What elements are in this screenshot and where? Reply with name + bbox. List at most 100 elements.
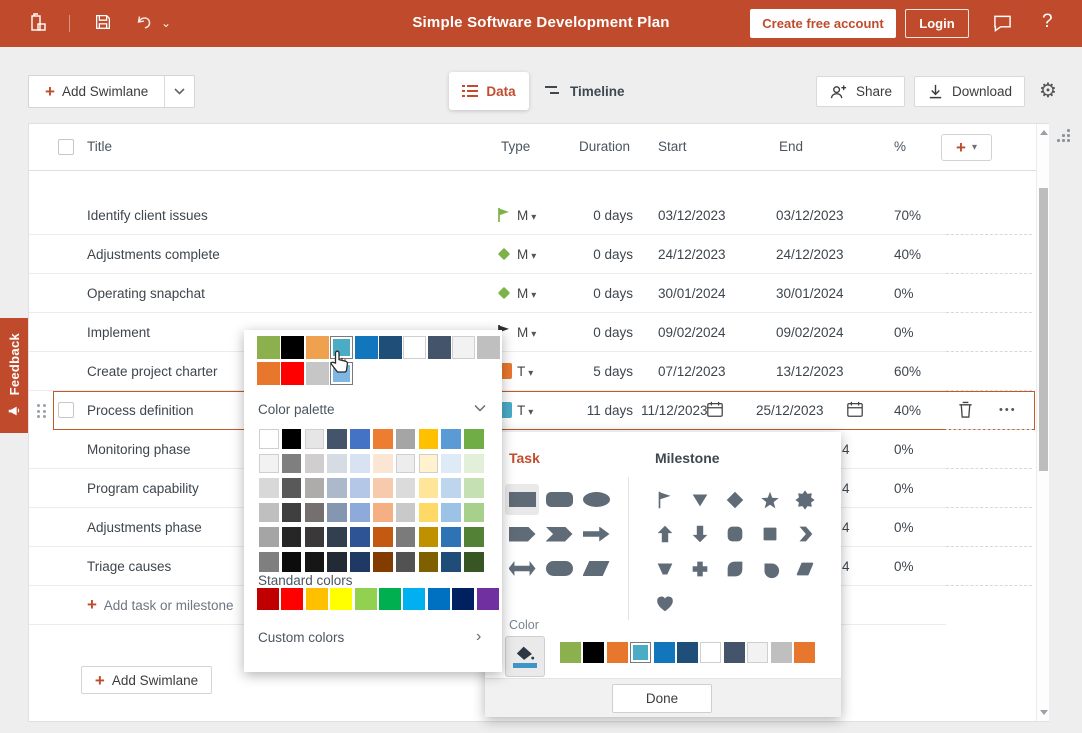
theme-color-swatch[interactable] xyxy=(282,552,302,572)
flag-type-icon[interactable] xyxy=(495,206,513,224)
theme-color-swatch[interactable] xyxy=(327,454,347,474)
theme-color-swatch[interactable] xyxy=(464,552,484,572)
milestone-shape-cross[interactable] xyxy=(683,553,717,584)
row-percent[interactable]: 0% xyxy=(894,313,914,352)
table-row[interactable]: ImplementM▾0 days09/02/202409/02/20240% xyxy=(29,313,1036,352)
collapse-chevron-icon[interactable] xyxy=(474,400,486,415)
milestone-shape-arrow-up[interactable] xyxy=(648,519,682,550)
milestone-shape-rounded-square[interactable] xyxy=(718,519,752,550)
task-shape-stadium[interactable] xyxy=(542,553,576,584)
theme-color-swatch[interactable] xyxy=(441,478,461,498)
theme-color-swatch[interactable] xyxy=(327,478,347,498)
shape-color-swatch[interactable] xyxy=(560,642,581,663)
shape-color-swatch[interactable] xyxy=(607,642,628,663)
shape-color-swatch[interactable] xyxy=(654,642,675,663)
recent-color-swatch[interactable] xyxy=(355,336,378,359)
theme-color-swatch[interactable] xyxy=(396,527,416,547)
theme-color-swatch[interactable] xyxy=(259,552,279,572)
row-percent[interactable]: 0% xyxy=(894,547,914,586)
feedback-tab[interactable]: Feedback xyxy=(0,318,28,433)
row-start-date[interactable]: 30/01/2024 xyxy=(658,274,726,313)
recent-color-swatch[interactable] xyxy=(330,336,353,359)
theme-color-swatch[interactable] xyxy=(441,552,461,572)
row-duration[interactable]: 5 days xyxy=(529,352,633,391)
task-shape-arrow-right[interactable] xyxy=(579,519,613,550)
milestone-shape-star[interactable] xyxy=(753,484,787,515)
start-calendar-icon[interactable] xyxy=(706,400,724,422)
panel-resize-handle[interactable] xyxy=(1057,128,1075,146)
recent-color-swatch[interactable] xyxy=(281,336,304,359)
milestone-shape-heart[interactable] xyxy=(648,588,682,619)
theme-color-swatch[interactable] xyxy=(327,429,347,449)
row-title[interactable]: Identify client issues xyxy=(87,196,208,235)
vertical-scrollbar[interactable] xyxy=(1036,124,1049,721)
row-percent[interactable]: 60% xyxy=(894,352,921,391)
chat-icon[interactable] xyxy=(992,14,1013,37)
download-button[interactable]: Download xyxy=(914,76,1025,107)
row-duration[interactable]: 11 days xyxy=(529,391,633,430)
fill-bucket-button[interactable] xyxy=(505,636,545,677)
theme-color-swatch[interactable] xyxy=(305,478,325,498)
shape-color-swatch[interactable] xyxy=(583,642,604,663)
recent-color-swatch[interactable] xyxy=(306,336,329,359)
theme-color-swatch[interactable] xyxy=(441,527,461,547)
row-title[interactable]: Monitoring phase xyxy=(87,430,191,469)
recent-color-swatch[interactable] xyxy=(379,336,402,359)
row-end-date[interactable]: 30/01/2024 xyxy=(776,274,844,313)
login-button[interactable]: Login xyxy=(905,9,969,38)
recent-color-swatch[interactable] xyxy=(428,336,451,359)
table-row[interactable]: Create project charterT▾5 days07/12/2023… xyxy=(29,352,1036,391)
theme-color-swatch[interactable] xyxy=(396,429,416,449)
milestone-shape-arrow-down[interactable] xyxy=(683,519,717,550)
row-checkbox[interactable] xyxy=(58,402,74,418)
row-more-options[interactable]: ••• xyxy=(999,391,1017,430)
theme-color-swatch[interactable] xyxy=(373,478,393,498)
chevron-right-icon[interactable]: › xyxy=(476,628,481,646)
theme-color-swatch[interactable] xyxy=(419,552,439,572)
task-shape-rounded-rectangle[interactable] xyxy=(542,484,576,515)
theme-color-swatch[interactable] xyxy=(350,429,370,449)
theme-color-swatch[interactable] xyxy=(419,478,439,498)
tab-timeline[interactable]: Timeline xyxy=(545,80,625,102)
row-percent[interactable]: 40% xyxy=(894,235,921,274)
task-shape-double-arrow[interactable] xyxy=(505,553,539,584)
theme-color-swatch[interactable] xyxy=(464,527,484,547)
create-free-account-button[interactable]: Create free account xyxy=(750,9,896,38)
theme-color-swatch[interactable] xyxy=(350,454,370,474)
row-title[interactable]: Triage causes xyxy=(87,547,171,586)
row-percent[interactable]: 0% xyxy=(894,430,914,469)
recent-color-swatch[interactable] xyxy=(257,336,280,359)
row-end-date[interactable]: 25/12/2023 xyxy=(756,391,824,430)
recent-color-swatch[interactable] xyxy=(330,362,353,385)
theme-color-swatch[interactable] xyxy=(464,478,484,498)
theme-color-swatch[interactable] xyxy=(396,478,416,498)
task-shape-chevron[interactable] xyxy=(542,519,576,550)
table-row[interactable]: Operating snapchatM▾0 days30/01/202430/0… xyxy=(29,274,1036,313)
theme-color-swatch[interactable] xyxy=(464,454,484,474)
milestone-shape-circle-notched[interactable] xyxy=(753,553,787,584)
scroll-up-arrow[interactable] xyxy=(1040,130,1048,135)
tab-data[interactable]: Data xyxy=(449,72,529,110)
delete-row-icon[interactable] xyxy=(957,400,974,422)
milestone-shape-square[interactable] xyxy=(753,519,787,550)
theme-color-swatch[interactable] xyxy=(259,503,279,523)
row-drag-handle[interactable] xyxy=(37,404,47,418)
select-all-checkbox[interactable] xyxy=(58,139,74,155)
recent-color-swatch[interactable] xyxy=(257,362,280,385)
theme-color-swatch[interactable] xyxy=(441,429,461,449)
theme-color-swatch[interactable] xyxy=(396,454,416,474)
theme-color-swatch[interactable] xyxy=(441,503,461,523)
standard-color-swatch[interactable] xyxy=(428,588,450,610)
row-end-date[interactable]: 13/12/2023 xyxy=(776,352,844,391)
theme-color-swatch[interactable] xyxy=(305,503,325,523)
theme-color-swatch[interactable] xyxy=(419,454,439,474)
row-duration[interactable]: 0 days xyxy=(529,235,633,274)
theme-color-swatch[interactable] xyxy=(282,503,302,523)
standard-color-swatch[interactable] xyxy=(257,588,279,610)
theme-color-swatch[interactable] xyxy=(441,454,461,474)
theme-color-swatch[interactable] xyxy=(305,454,325,474)
row-end-date[interactable]: 24/12/2023 xyxy=(776,235,844,274)
task-shape-pentagon-arrow[interactable] xyxy=(505,519,539,550)
row-start-date[interactable]: 03/12/2023 xyxy=(658,196,726,235)
shape-color-swatch[interactable] xyxy=(700,642,721,663)
